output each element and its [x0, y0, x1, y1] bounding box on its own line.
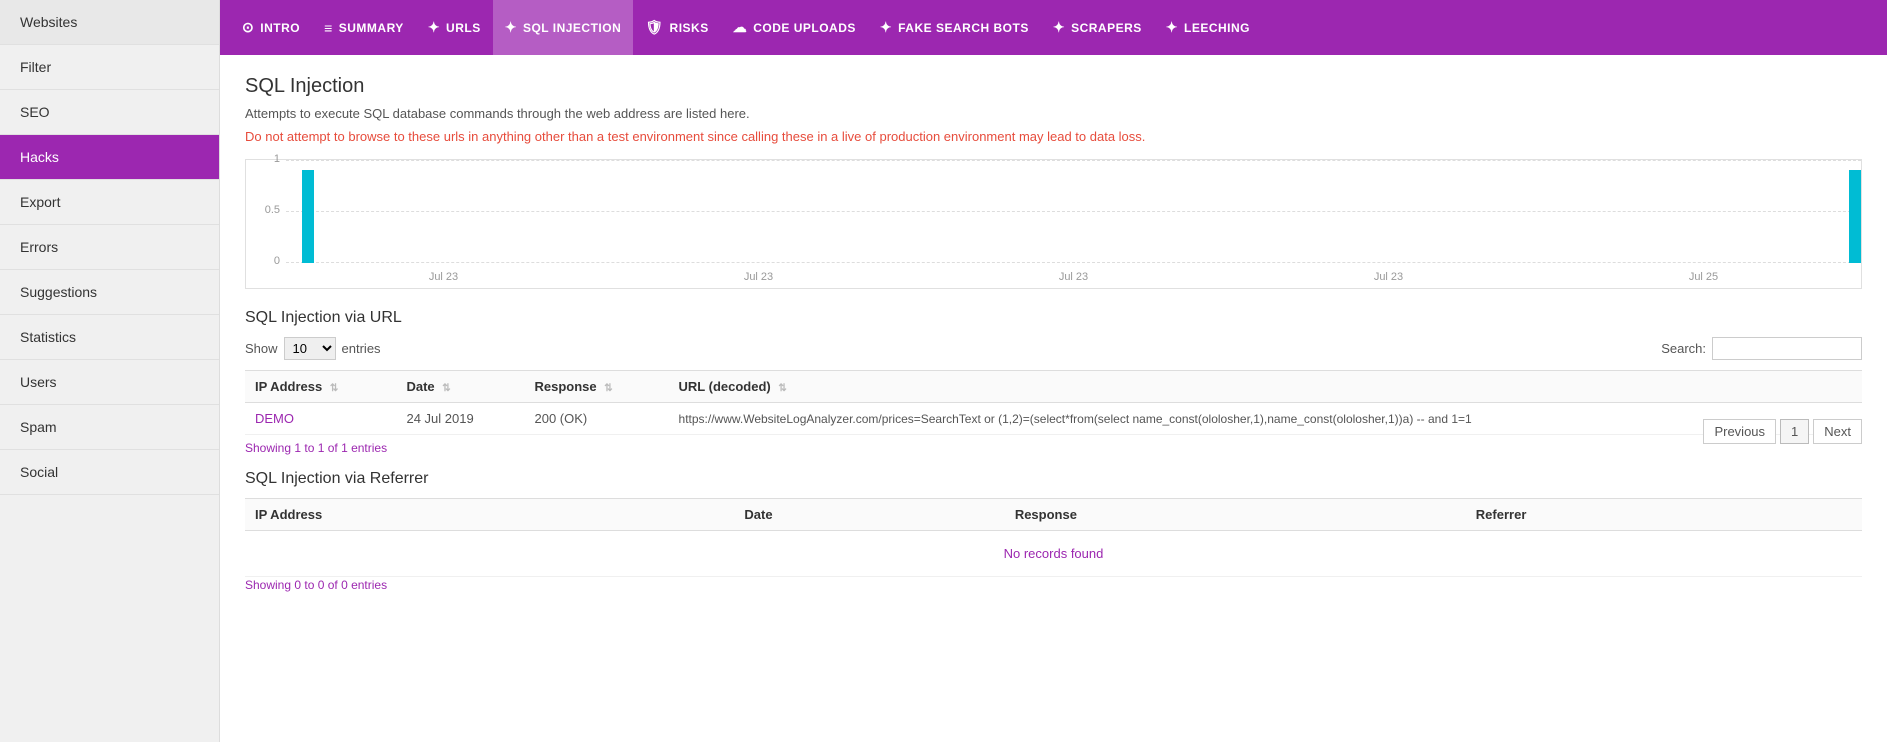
sort-url-icon: ⇅ — [778, 383, 786, 394]
sidebar-item-websites[interactable]: Websites — [0, 0, 219, 45]
sidebar-item-users[interactable]: Users — [0, 360, 219, 405]
sidebar-item-statistics[interactable]: Statistics — [0, 315, 219, 360]
url-injection-table: IP Address ⇅ Date ⇅ Response ⇅ URL (deco… — [245, 370, 1862, 435]
nav-urls-label: URLS — [446, 21, 481, 35]
urls-icon: ✦ — [428, 19, 440, 36]
x-label-5: Jul 25 — [1689, 271, 1718, 283]
sidebar-item-social[interactable]: Social — [0, 450, 219, 495]
code-uploads-icon: ☁ — [733, 19, 748, 36]
nav-code-uploads[interactable]: ☁ CODE UPLOADS — [721, 0, 868, 55]
nav-scrapers-label: SCRAPERS — [1071, 21, 1142, 35]
nav-scrapers[interactable]: ✦ SCRAPERS — [1041, 0, 1154, 55]
table-row: DEMO 24 Jul 2019 200 (OK) https://www.We… — [245, 403, 1862, 435]
sort-ip-icon: ⇅ — [330, 383, 338, 394]
nav-fake-search-bots-label: FAKE SEARCH BOTS — [898, 21, 1029, 35]
bar-first — [302, 170, 314, 263]
url-table-header: IP Address ⇅ Date ⇅ Response ⇅ URL (deco… — [245, 371, 1862, 403]
ref-col-response: Response — [1005, 499, 1466, 531]
referrer-table-title: SQL Injection via Referrer — [245, 470, 1862, 488]
fake-search-bots-icon: ✦ — [880, 19, 892, 36]
entries-select[interactable]: 10 25 50 100 — [284, 337, 336, 360]
nav-urls[interactable]: ✦ URLS — [416, 0, 493, 55]
entries-label: entries — [342, 341, 381, 356]
ref-col-referrer: Referrer — [1466, 499, 1862, 531]
sidebar-item-spam[interactable]: Spam — [0, 405, 219, 450]
row-url: https://www.WebsiteLogAnalyzer.com/price… — [669, 403, 1862, 435]
show-label: Show — [245, 341, 278, 356]
sidebar: Websites Filter SEO Hacks Export Errors … — [0, 0, 220, 742]
url-table-pagination: Previous 1 Next — [1703, 419, 1862, 444]
row-ip[interactable]: DEMO — [245, 403, 396, 435]
intro-icon: ⊙ — [242, 19, 254, 36]
row-date: 24 Jul 2019 — [396, 403, 524, 435]
top-navigation: ⊙ INTRO ≡ SUMMARY ✦ URLS ✦ SQL INJECTION… — [220, 0, 1887, 55]
sql-injection-icon: ✦ — [505, 19, 517, 36]
nav-summary[interactable]: ≡ SUMMARY — [312, 0, 416, 55]
nav-risks[interactable]: 🛡 RISKS — [633, 0, 720, 55]
ref-col-date: Date — [734, 499, 1004, 531]
sidebar-item-filter[interactable]: Filter — [0, 45, 219, 90]
url-table-controls: Show 10 25 50 100 entries Search: — [245, 337, 1862, 360]
grid-label-1: 1 — [248, 153, 280, 165]
content-area: SQL Injection Attempts to execute SQL da… — [220, 55, 1887, 742]
nav-risks-label: RISKS — [670, 21, 709, 35]
search-control: Search: — [1661, 337, 1862, 360]
bar-last — [1849, 170, 1861, 263]
grid-label-05: 0.5 — [248, 204, 280, 216]
col-url: URL (decoded) ⇅ — [669, 371, 1862, 403]
chart-x-labels: Jul 23 Jul 23 Jul 23 Jul 23 Jul 25 — [286, 266, 1861, 288]
page-title: SQL Injection — [245, 75, 1862, 98]
sidebar-item-export[interactable]: Export — [0, 180, 219, 225]
url-table-title: SQL Injection via URL — [245, 309, 1862, 327]
col-response: Response ⇅ — [525, 371, 669, 403]
col-ip: IP Address ⇅ — [245, 371, 396, 403]
risks-icon: 🛡 — [645, 19, 663, 36]
sidebar-item-seo[interactable]: SEO — [0, 90, 219, 135]
sql-injection-chart: 1 0.5 0 Jul 23 — [245, 159, 1862, 289]
nav-summary-label: SUMMARY — [339, 21, 404, 35]
page-warning: Do not attempt to browse to these urls i… — [245, 129, 1862, 144]
scrapers-icon: ✦ — [1053, 19, 1065, 36]
sidebar-item-suggestions[interactable]: Suggestions — [0, 270, 219, 315]
no-records-row: No records found — [245, 531, 1862, 577]
col-date: Date ⇅ — [396, 371, 524, 403]
x-label-3: Jul 23 — [1059, 271, 1088, 283]
referrer-injection-table: IP Address Date Response Referrer No rec… — [245, 498, 1862, 577]
sidebar-item-hacks[interactable]: Hacks — [0, 135, 219, 180]
row-response: 200 (OK) — [525, 403, 669, 435]
show-entries-control: Show 10 25 50 100 entries — [245, 337, 381, 360]
sort-response-icon: ⇅ — [604, 383, 612, 394]
no-records-text: No records found — [245, 531, 1862, 577]
page-description: Attempts to execute SQL database command… — [245, 106, 1862, 121]
nav-intro-label: INTRO — [260, 21, 300, 35]
search-label: Search: — [1661, 341, 1706, 356]
nav-fake-search-bots[interactable]: ✦ FAKE SEARCH BOTS — [868, 0, 1041, 55]
nav-intro[interactable]: ⊙ INTRO — [230, 0, 312, 55]
url-table-showing: Showing 1 to 1 of 1 entries — [245, 441, 387, 455]
nav-leeching[interactable]: ✦ LEECHING — [1154, 0, 1262, 55]
summary-icon: ≡ — [324, 20, 333, 36]
ref-col-ip: IP Address — [245, 499, 734, 531]
leeching-icon: ✦ — [1166, 19, 1178, 36]
nav-leeching-label: LEECHING — [1184, 21, 1250, 35]
nav-sql-injection[interactable]: ✦ SQL INJECTION — [493, 0, 634, 55]
page-1-button[interactable]: 1 — [1780, 419, 1809, 444]
nav-code-uploads-label: CODE UPLOADS — [753, 21, 856, 35]
x-label-2: Jul 23 — [744, 271, 773, 283]
next-button[interactable]: Next — [1813, 419, 1862, 444]
sidebar-item-errors[interactable]: Errors — [0, 225, 219, 270]
chart-bars-container — [286, 160, 1861, 263]
main-area: ⊙ INTRO ≡ SUMMARY ✦ URLS ✦ SQL INJECTION… — [220, 0, 1887, 742]
referrer-table-header: IP Address Date Response Referrer — [245, 499, 1862, 531]
search-input[interactable] — [1712, 337, 1862, 360]
nav-sql-injection-label: SQL INJECTION — [523, 21, 621, 35]
sort-date-icon: ⇅ — [442, 383, 450, 394]
x-label-1: Jul 23 — [429, 271, 458, 283]
referrer-table-showing: Showing 0 to 0 of 0 entries — [245, 578, 387, 592]
grid-label-0: 0 — [248, 255, 280, 267]
previous-button[interactable]: Previous — [1703, 419, 1776, 444]
x-label-4: Jul 23 — [1374, 271, 1403, 283]
